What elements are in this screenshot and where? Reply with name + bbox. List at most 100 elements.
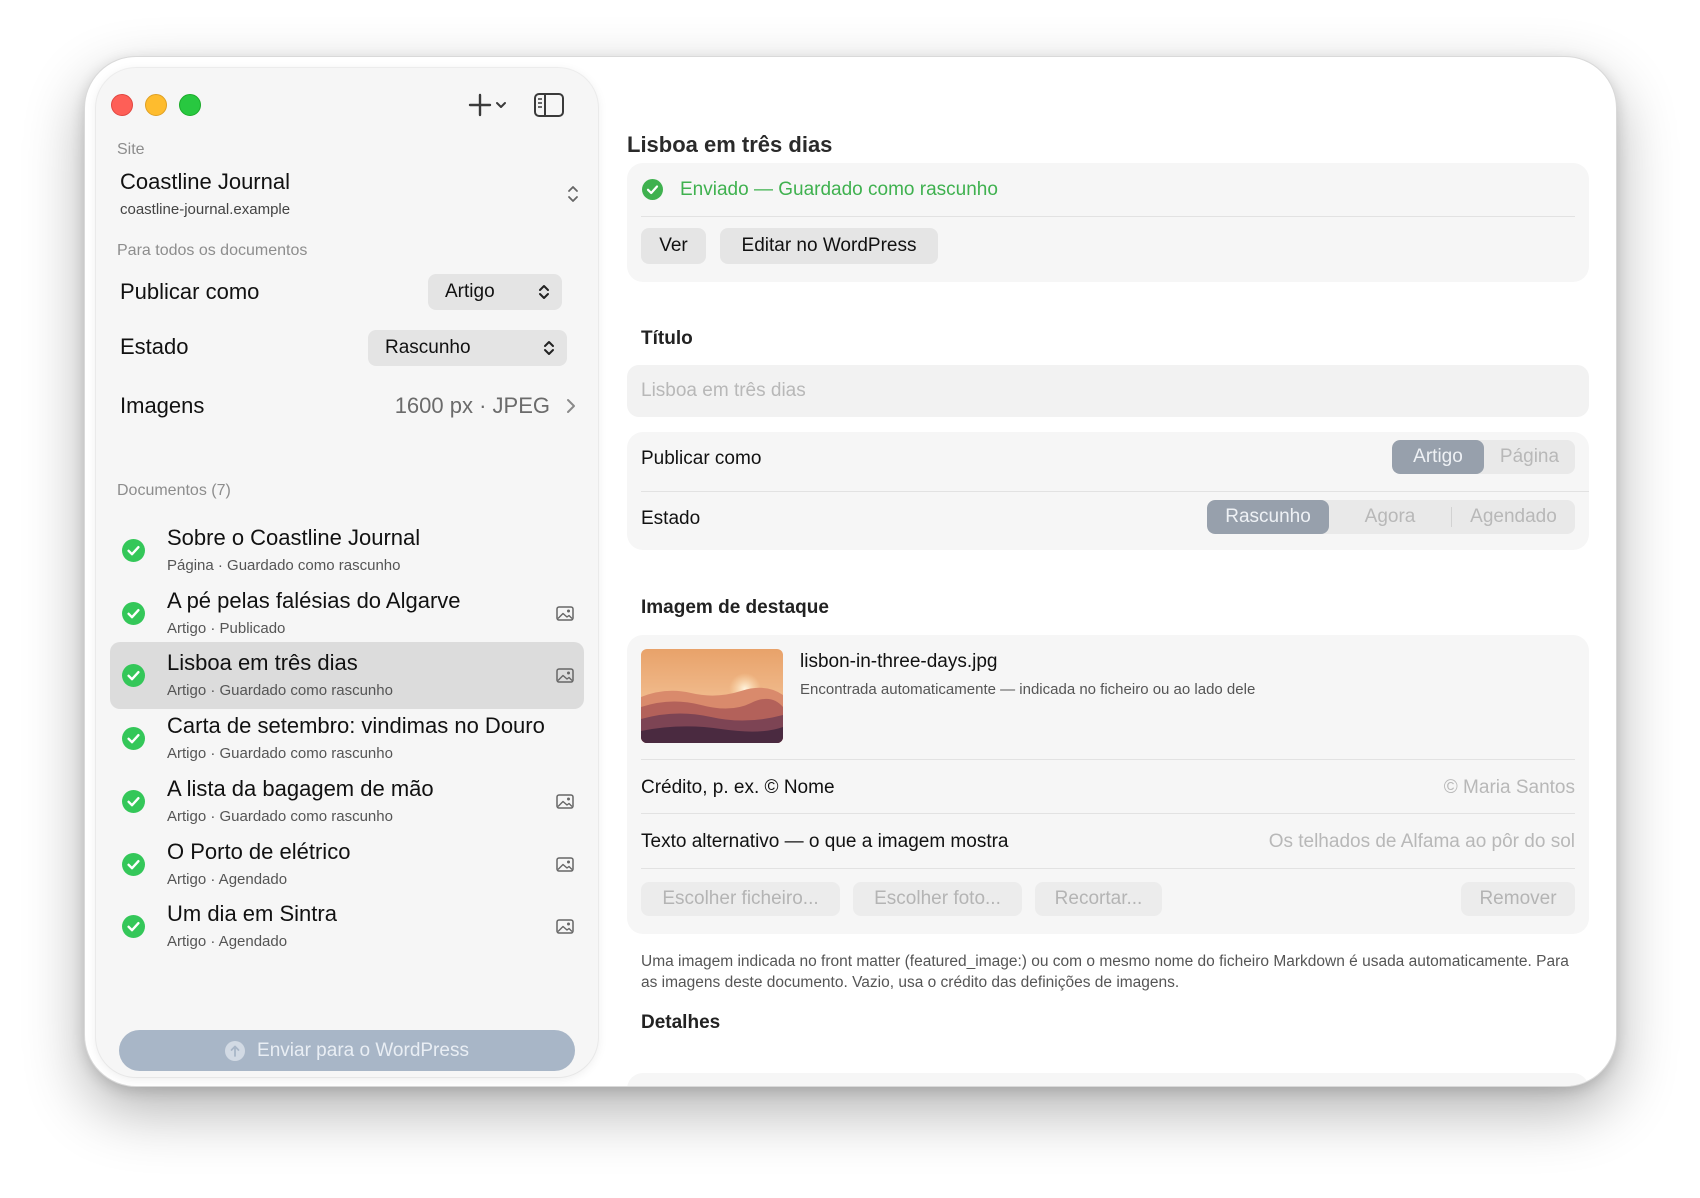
publish-as-select[interactable]: Artigo [428, 274, 562, 310]
segment-agendado[interactable]: Agendado [1452, 500, 1575, 534]
check-circle-icon [122, 539, 145, 562]
document-subtitle: Artigo · Guardado como rascunho [167, 745, 393, 763]
featured-image-heading: Imagem de destaque [641, 597, 829, 618]
publish-as-field-label: Publicar como [641, 448, 762, 469]
segment-agora[interactable]: Agora [1329, 500, 1451, 534]
upload-status-card: Enviado — Guardado como rascunho Ver Edi… [627, 163, 1589, 282]
chevron-up-down-icon [544, 341, 554, 355]
check-circle-icon [122, 852, 145, 876]
document-list-item[interactable]: Carta de setembro: vindimas no Douro Arti… [110, 705, 584, 772]
chevron-up-down-icon [568, 186, 578, 202]
publish-settings-card: Publicar como Artigo Página Estado Rascu… [627, 432, 1589, 550]
sidebar-toggle-icon [534, 93, 564, 117]
document-list-item[interactable]: Um dia em Sintra Artigo · Agendado [110, 893, 584, 960]
documents-section-label: Documentos (7) [117, 482, 231, 499]
segment-pagina[interactable]: Página [1484, 440, 1575, 474]
document-subtitle: Artigo · Agendado [167, 870, 288, 888]
divider [641, 868, 1575, 869]
document-subtitle: Artigo · Guardado como rascunho [167, 807, 393, 825]
featured-image-source-note: Encontrada automaticamente — indicada no… [800, 681, 1256, 698]
title-input[interactable]: Lisboa em três dias [627, 365, 1589, 417]
segment-artigo[interactable]: Artigo [1392, 440, 1484, 474]
featured-image-thumbnail[interactable] [641, 649, 783, 743]
check-circle-icon [122, 789, 145, 813]
document-title: A pé pelas falésias do Algarve [167, 587, 461, 613]
edit-in-wordpress-button[interactable]: Editar no WordPress [720, 228, 938, 264]
divider [641, 491, 1589, 492]
document-subtitle: Artigo · Publicado [167, 619, 286, 637]
publish-as-label: Publicar como [120, 279, 260, 304]
details-card [627, 1073, 1589, 1086]
status-segmented-control: Rascunho Agora Agendado [1207, 500, 1575, 534]
upload-status-text: Enviado — Guardado como rascunho [680, 179, 998, 200]
document-title: Sobre o Coastline Journal [167, 525, 421, 550]
site-section-label: Site [117, 141, 145, 158]
image-icon [556, 856, 574, 872]
choose-file-button[interactable]: Escolher ficheiro... [641, 882, 840, 916]
document-title-header: Lisboa em três dias [627, 132, 833, 157]
document-list-item[interactable]: Sobre o Coastline Journal Página · Guarda… [110, 517, 584, 584]
images-label: Imagens [120, 393, 205, 418]
app-window: Site Coastline Journal coastline-journal… [84, 56, 1617, 1087]
image-icon [556, 668, 574, 684]
document-title: O Porto de elétrico [167, 838, 351, 864]
chevron-up-down-icon [539, 285, 549, 299]
plus-icon [468, 93, 506, 117]
view-button[interactable]: Ver [641, 228, 706, 264]
divider [641, 759, 1575, 760]
crop-button[interactable]: Recortar... [1035, 882, 1162, 916]
chevron-right-icon [567, 399, 575, 413]
image-icon [556, 919, 574, 934]
site-url: coastline-journal.example [120, 201, 291, 218]
document-title: Carta de setembro: vindimas no Douro [167, 713, 545, 739]
all-documents-label: Para todos os documentos [117, 242, 308, 259]
document-list-item[interactable]: A pé pelas falésias do Algarve Artigo · P… [110, 580, 584, 647]
send-to-wordpress-button[interactable]: Enviar para o WordPress [119, 1030, 575, 1071]
featured-image-card: lisbon-in-three-days.jpg Encontrada auto… [627, 635, 1589, 934]
document-list-item[interactable]: Lisboa em três dias Artigo · Guardado com… [110, 642, 584, 710]
featured-image-filename: lisbon-in-three-days.jpg [800, 651, 998, 672]
details-section-heading: Detalhes [641, 1012, 721, 1033]
featured-image-help-note: Uma imagem indicada no front matter (fea… [641, 953, 1569, 991]
images-value: 1600 px · JPEG [394, 393, 550, 418]
title-section-heading: Título [641, 328, 693, 349]
segment-rascunho[interactable]: Rascunho [1207, 500, 1329, 534]
status-select[interactable]: Rascunho [368, 330, 567, 366]
alt-text-label: Texto alternativo — o que a imagem mostr… [641, 831, 1009, 852]
choose-photo-button[interactable]: Escolher foto... [853, 882, 1022, 916]
document-title: Um dia em Sintra [167, 901, 337, 927]
publish-as-value: Artigo [445, 281, 495, 302]
send-button-label: Enviar para o WordPress [257, 1039, 469, 1061]
document-subtitle: Artigo · Guardado como rascunho [167, 682, 393, 700]
close-window-button[interactable] [111, 94, 133, 116]
check-circle-icon [122, 664, 145, 688]
zoom-window-button[interactable] [179, 94, 201, 116]
document-subtitle: Artigo · Agendado [167, 933, 288, 951]
site-name: Coastline Journal [120, 169, 290, 194]
status-field-label: Estado [641, 508, 701, 529]
check-circle-icon [122, 727, 145, 751]
sidebar-toggle-button[interactable] [533, 91, 565, 119]
image-icon [556, 605, 574, 621]
add-document-button[interactable] [468, 88, 516, 122]
credit-label: Crédito, p. ex. © Nome [641, 777, 835, 798]
sidebar: Site Coastline Journal coastline-journal… [96, 68, 598, 1077]
image-icon [556, 794, 574, 809]
check-circle-icon [642, 179, 663, 200]
divider [641, 216, 1575, 217]
document-list-item[interactable]: A lista da bagagem de mão Artigo · Guarda… [110, 768, 584, 835]
document-subtitle: Página · Guardado como rascunho [167, 557, 401, 574]
remove-image-button[interactable]: Remover [1461, 882, 1575, 916]
status-value: Rascunho [385, 337, 471, 358]
alt-text-input[interactable]: Os telhados de Alfama ao pôr do sol [1269, 831, 1575, 853]
minimize-window-button[interactable] [145, 94, 167, 116]
check-circle-icon [122, 915, 145, 939]
status-label: Estado [120, 334, 189, 359]
document-list-item[interactable]: O Porto de elétrico Artigo · Agendado [110, 831, 584, 898]
publish-as-segmented-control: Artigo Página [1392, 440, 1575, 474]
credit-input[interactable]: © Maria Santos [1444, 777, 1575, 799]
document-title: Lisboa em três dias [167, 650, 358, 676]
divider [641, 813, 1575, 814]
upload-arrow-icon [225, 1040, 246, 1061]
check-circle-icon [122, 601, 145, 625]
